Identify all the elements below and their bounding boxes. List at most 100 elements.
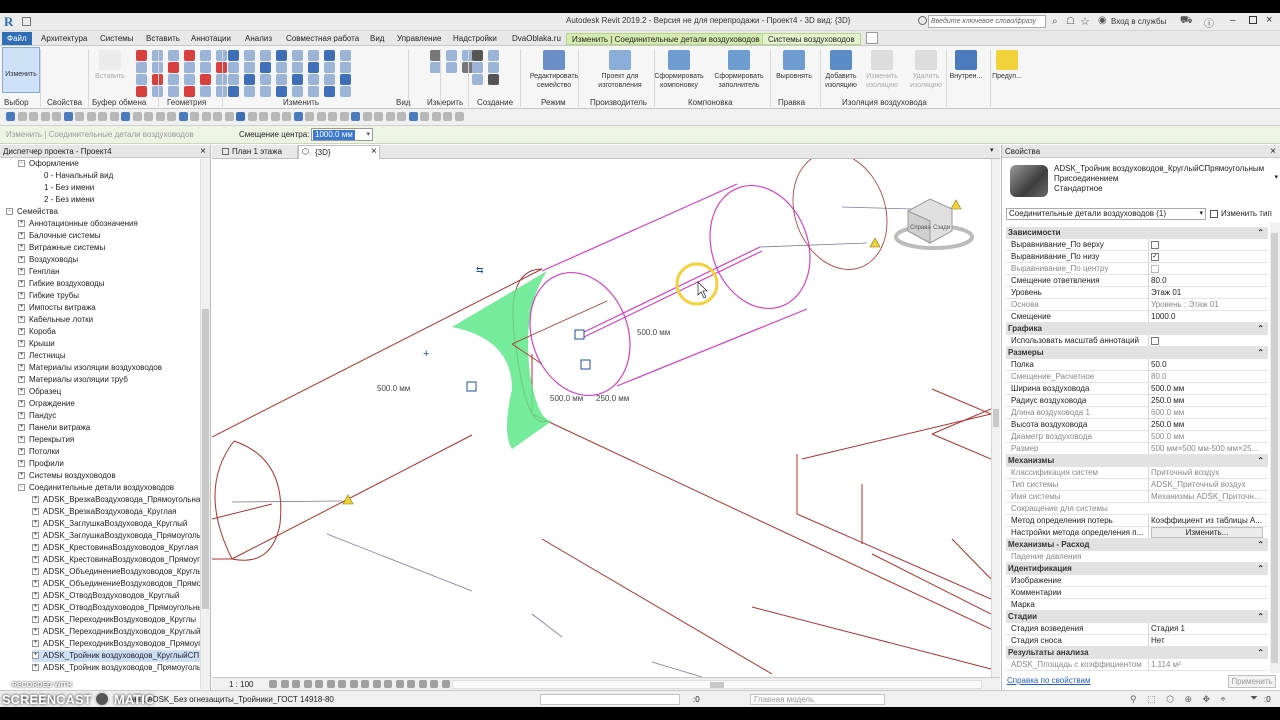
property-value[interactable]: 50.0 xyxy=(1148,359,1266,371)
workset-dropdown[interactable] xyxy=(540,694,680,705)
ribbon-button-5[interactable]: Сформировать заполнитель xyxy=(710,50,768,90)
collapse-icon[interactable]: ⌃ xyxy=(1257,539,1264,551)
panel-label-3[interactable]: Геометрия xyxy=(167,98,206,107)
tool-icon[interactable] xyxy=(292,74,303,85)
tree-item[interactable]: + ADSK_Тройник воздуховодов_КруглыйСП xyxy=(32,650,200,662)
toolbar-icon[interactable] xyxy=(190,112,199,121)
tree-item[interactable]: + Лестницы xyxy=(18,350,66,362)
panel-label-10[interactable]: Компоновка xyxy=(688,98,733,107)
toolbar-icon[interactable] xyxy=(443,112,452,121)
tool-icon[interactable] xyxy=(260,62,271,73)
tree-item[interactable]: + ADSK_Тройник воздуховодов_Прямоуголь xyxy=(32,662,200,674)
property-edit-button[interactable]: Изменить... xyxy=(1151,527,1263,538)
toolbar-icon[interactable] xyxy=(63,112,73,121)
expand-icon[interactable]: + xyxy=(32,508,39,516)
property-value[interactable]: ✓ xyxy=(1148,251,1266,263)
tool-icon[interactable] xyxy=(308,74,319,85)
expand-icon[interactable]: + xyxy=(32,604,39,612)
expand-icon[interactable]: + xyxy=(18,340,25,348)
collapse-icon[interactable]: - xyxy=(6,208,13,216)
toolbar-icon[interactable] xyxy=(121,112,130,121)
expand-icon[interactable]: + xyxy=(18,304,25,312)
toolbar-icon[interactable] xyxy=(397,112,406,121)
chevron-down-icon[interactable]: ▾ xyxy=(1274,173,1278,181)
expand-icon[interactable]: + xyxy=(18,316,25,324)
tree-item[interactable]: + Балочные системы xyxy=(18,230,100,242)
tool-icon[interactable] xyxy=(340,50,351,61)
tree-item[interactable]: + ADSK_КрестовинаВоздуховодов_Прямоуг xyxy=(32,554,200,566)
panel-label-4[interactable]: Изменить xyxy=(283,98,319,107)
scale-label[interactable]: 1 : 100 xyxy=(229,680,253,689)
toolbar-icon[interactable] xyxy=(328,112,337,121)
toolbar-icon[interactable] xyxy=(201,112,211,121)
tree-item[interactable]: + Кабельные лотки xyxy=(18,314,93,326)
expand-icon[interactable]: + xyxy=(18,400,25,408)
property-value[interactable] xyxy=(1148,263,1266,275)
toolbar-icon[interactable] xyxy=(236,112,245,121)
property-value[interactable]: 250.0 мм xyxy=(1148,395,1266,407)
dimension-label[interactable]: 500.0 мм xyxy=(550,394,583,403)
tree-item[interactable]: + ADSK_ВрезкаВоздуховода_Круглая xyxy=(32,506,177,518)
tree-item[interactable]: - Оформление xyxy=(18,158,79,170)
tree-item[interactable]: + ADSK_КрестовинаВоздуховодов_Круглая xyxy=(32,542,198,554)
tool-icon[interactable] xyxy=(324,74,335,85)
toolbar-icon[interactable] xyxy=(98,112,107,121)
tab-9[interactable]: Надстройки xyxy=(448,33,502,45)
ribbon-button-9[interactable]: Удалить изоляцию xyxy=(906,50,946,90)
ribbon-button-3[interactable]: Проект для изготовления xyxy=(592,50,648,90)
tab-3[interactable]: Вставить xyxy=(141,33,185,45)
binoculars-icon[interactable] xyxy=(918,16,927,25)
view-control-icon[interactable] xyxy=(361,680,369,688)
tree-item[interactable]: 0 - Начальный вид xyxy=(32,170,113,182)
tree-item[interactable]: + ADSK_ЗаглушкаВоздуховода_Прямоуголь xyxy=(32,530,200,542)
view-control-icon[interactable] xyxy=(338,680,346,688)
toolbar-icon[interactable] xyxy=(316,112,326,121)
tree-item[interactable]: + Аннотационные обозначения xyxy=(18,218,138,230)
collapse-icon[interactable]: ⌃ xyxy=(1257,455,1264,467)
panel-label-12[interactable]: Изоляция воздуховода xyxy=(842,98,927,107)
tool-icon[interactable] xyxy=(292,50,303,61)
tool-icon[interactable] xyxy=(308,62,319,73)
expand-icon[interactable]: + xyxy=(18,220,25,228)
tool-icon[interactable] xyxy=(446,62,457,73)
tab-10[interactable]: DvaOblaka.ru xyxy=(507,33,566,45)
tool-icon[interactable] xyxy=(446,50,457,61)
collapse-icon[interactable]: ⌃ xyxy=(1257,347,1264,359)
panel-label-9[interactable]: Производитель xyxy=(590,98,647,107)
tree-item[interactable]: + Профили xyxy=(18,458,64,470)
expand-icon[interactable]: + xyxy=(32,592,39,600)
toolbar-icon[interactable] xyxy=(109,112,119,121)
ribbon-toggle-icon[interactable] xyxy=(866,32,878,44)
tool-icon[interactable] xyxy=(184,50,195,61)
expand-icon[interactable]: + xyxy=(18,280,25,288)
toolbar-icon[interactable] xyxy=(29,112,38,121)
collapse-icon[interactable]: - xyxy=(18,160,25,168)
tee-branch[interactable] xyxy=(511,159,903,365)
tree-item[interactable]: 2 - Без имени xyxy=(32,194,94,206)
tab-plan[interactable]: План 1 этажа xyxy=(220,146,298,158)
tree-item[interactable]: + Гибкие трубы xyxy=(18,290,79,302)
scrollbar-thumb[interactable] xyxy=(710,682,724,688)
toolbar-icon[interactable] xyxy=(362,112,372,121)
tree-item[interactable]: + Гибкие воздуховоды xyxy=(18,278,104,290)
minimize-button[interactable]: – xyxy=(1230,15,1236,26)
tool-icon[interactable] xyxy=(324,62,335,73)
tool-icon[interactable] xyxy=(200,62,211,73)
tab-4[interactable]: Аннотации xyxy=(186,33,236,45)
property-group[interactable]: Механизмы ⌃ xyxy=(1006,455,1268,467)
tab-3d[interactable]: ⬡ {3D} × xyxy=(298,145,380,159)
tool-icon[interactable] xyxy=(340,86,351,97)
collapse-icon[interactable]: ⌃ xyxy=(1257,563,1264,575)
tree-item[interactable]: + Панели витража xyxy=(18,422,90,434)
search-icon[interactable]: ⌕ xyxy=(1052,16,1058,27)
toolbar-icon[interactable] xyxy=(155,112,165,121)
revit-logo[interactable]: R xyxy=(4,14,13,30)
tree-item[interactable]: + Ограждение xyxy=(18,398,75,410)
property-value[interactable]: Изменить... xyxy=(1148,527,1266,539)
ribbon-button-10[interactable]: Внутрен... xyxy=(948,50,984,81)
ribbon-button-6[interactable]: Выровнять xyxy=(773,50,815,81)
expand-icon[interactable]: + xyxy=(18,424,25,432)
tool-icon[interactable] xyxy=(308,86,319,97)
design-options-dropdown[interactable]: Главная модель xyxy=(750,694,885,705)
toolbar-icon[interactable] xyxy=(40,112,50,121)
